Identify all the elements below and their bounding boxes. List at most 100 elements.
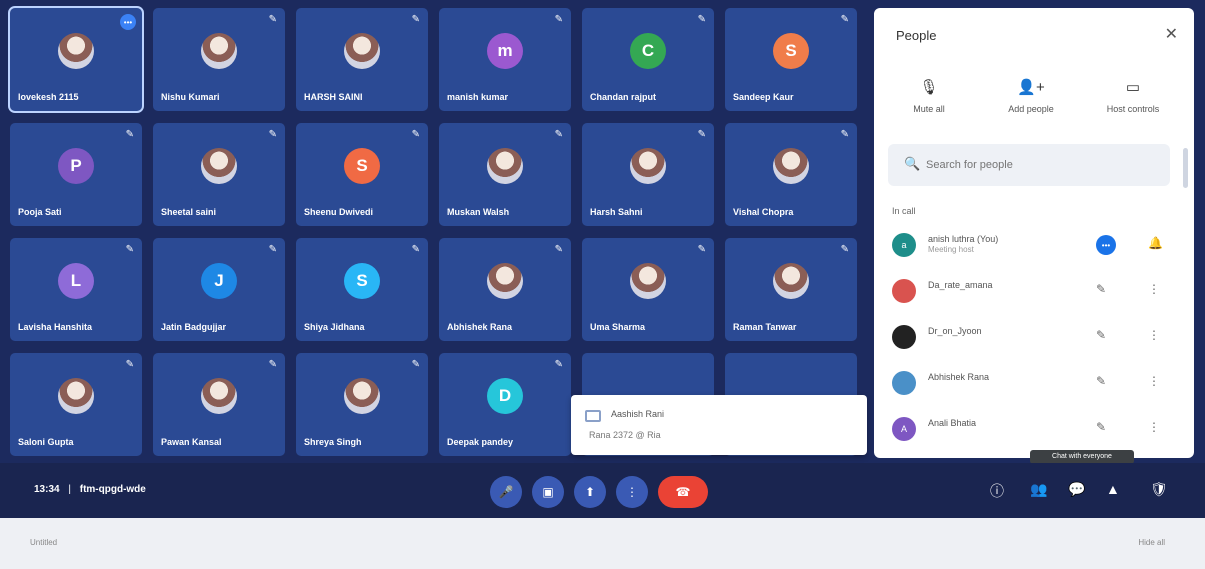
participant-avatar [58, 33, 94, 70]
participant-name: Deepak pandey [447, 437, 514, 447]
chat-icon[interactable]: 💬 [1068, 481, 1085, 498]
mic-off-icon[interactable]: ✎ [1096, 282, 1106, 296]
close-icon[interactable]: ✕ [1165, 24, 1178, 44]
avatar [892, 371, 916, 395]
strip-right-text[interactable]: Hide all [1138, 538, 1165, 547]
mic-off-icon: ✎ [411, 359, 420, 370]
info-icon[interactable]: ⓘ [990, 481, 1004, 501]
participant-tile[interactable]: HARSH SAINI ✎ [296, 8, 428, 111]
leave-call-button[interactable]: ☎ [658, 476, 708, 508]
camera-button[interactable]: ▣ [532, 476, 564, 508]
mic-icon: 🎤 [498, 485, 514, 499]
mic-off-icon: ✎ [268, 129, 277, 140]
participant-tile[interactable]: Harsh Sahni ✎ [582, 123, 714, 226]
more-vert-icon[interactable]: ⋮ [1148, 282, 1160, 296]
participant-tile[interactable]: Saloni Gupta ✎ [10, 353, 142, 456]
participant-avatar: P [58, 148, 94, 185]
participant-avatar [630, 148, 666, 185]
more-options-button[interactable]: ⋮ [616, 476, 648, 508]
person-row[interactable]: Dr_on_Jyoon ✎ ⋮ [888, 322, 1178, 352]
person-row[interactable]: a anish luthra (You) Meeting host ••• 🔔 [888, 230, 1178, 260]
browser-strip: Untitled Hide all [0, 518, 1205, 569]
person-name: Anali Bhatia [928, 418, 977, 428]
participant-avatar: m [487, 33, 523, 70]
mic-off-icon: ✎ [268, 244, 277, 255]
participant-avatar: C [630, 33, 666, 70]
participant-avatar [773, 263, 809, 300]
participant-name: Pawan Kansal [161, 437, 222, 447]
chat-notification[interactable]: Aashish Rani Rana 2372 @ Ria [571, 395, 867, 455]
host-shield-icon[interactable]: 🛡 [1150, 481, 1168, 498]
participant-tile[interactable]: Abhishek Rana ✎ [439, 238, 571, 341]
participant-name: Nishu Kumari [161, 92, 220, 102]
person-row[interactable]: Da_rate_amana ✎ ⋮ [888, 276, 1178, 306]
participant-tile[interactable]: Nishu Kumari ✎ [153, 8, 285, 111]
more-vert-icon[interactable]: ⋮ [1148, 328, 1160, 342]
participant-avatar [58, 378, 94, 415]
participant-tile[interactable]: m manish kumar ✎ [439, 8, 571, 111]
pin-icon[interactable]: 🔔 [1148, 236, 1163, 250]
mic-off-icon[interactable]: ✎ [1096, 328, 1106, 342]
mic-off-icon: ✎ [268, 359, 277, 370]
person-role: Meeting host [928, 245, 974, 254]
person-row[interactable]: A Anali Bhatia ✎ ⋮ [888, 414, 1178, 444]
participant-tile[interactable]: C Chandan rajput ✎ [582, 8, 714, 111]
person-name: Da_rate_amana [928, 280, 993, 290]
strip-left-text[interactable]: Untitled [30, 538, 57, 547]
participant-tile[interactable]: Vishal Chopra ✎ [725, 123, 857, 226]
participant-tile[interactable]: L Lavisha Hanshita ✎ [10, 238, 142, 341]
activities-icon[interactable]: ▲ [1106, 481, 1120, 497]
participant-name: HARSH SAINI [304, 92, 363, 102]
more-vert-icon[interactable]: ⋮ [1148, 374, 1160, 388]
mic-off-icon[interactable]: ✎ [1096, 420, 1106, 434]
participant-tile[interactable]: J Jatin Badgujjar ✎ [153, 238, 285, 341]
panel-scrollbar[interactable] [1183, 148, 1188, 188]
more-vert-icon: ⋮ [626, 485, 638, 499]
mute-all-button[interactable]: 🎙 Mute all [884, 78, 974, 114]
participant-avatar [487, 263, 523, 300]
participant-tile[interactable]: Muskan Walsh ✎ [439, 123, 571, 226]
meeting-time: 13:34 [34, 484, 60, 495]
participant-tile[interactable]: lovekesh 2115 ••• [8, 6, 144, 113]
search-box[interactable]: 🔍 [888, 144, 1170, 186]
participant-avatar [201, 378, 237, 415]
participant-avatar: S [344, 263, 380, 300]
panel-title: People [896, 28, 937, 43]
host-controls-button[interactable]: ▭ Host controls [1088, 78, 1178, 114]
mic-off-icon: ✎ [840, 129, 849, 140]
participant-tile[interactable]: Pawan Kansal ✎ [153, 353, 285, 456]
participant-avatar [344, 33, 380, 70]
participant-avatar: D [487, 378, 523, 415]
notification-message: Rana 2372 @ Ria [589, 430, 661, 440]
mic-off-icon: ✎ [411, 244, 420, 255]
people-icon[interactable]: 👥 [1030, 481, 1047, 498]
avatar [892, 279, 916, 303]
add-people-button[interactable]: 👤+ Add people [986, 78, 1076, 114]
search-input[interactable] [926, 154, 1156, 176]
participant-tile[interactable]: P Pooja Sati ✎ [10, 123, 142, 226]
participant-tile[interactable]: S Sheenu Dwivedi ✎ [296, 123, 428, 226]
participant-tile[interactable]: S Sandeep Kaur ✎ [725, 8, 857, 111]
more-vert-icon[interactable]: ⋮ [1148, 420, 1160, 434]
person-row[interactable]: Abhishek Rana ✎ ⋮ [888, 368, 1178, 398]
participant-tile[interactable]: Uma Sharma ✎ [582, 238, 714, 341]
mic-off-icon: ✎ [411, 129, 420, 140]
participant-tile[interactable]: Sheetal saini ✎ [153, 123, 285, 226]
mic-button[interactable]: 🎤 [490, 476, 522, 508]
participant-tile[interactable]: Shreya Singh ✎ [296, 353, 428, 456]
host-controls-icon: ▭ [1125, 79, 1141, 96]
participant-name: Sheetal saini [161, 207, 217, 217]
mic-off-icon[interactable]: ✎ [1096, 374, 1106, 388]
meeting-info: 13:34 | ftm-qpgd-wde [34, 484, 146, 495]
participant-tile[interactable]: Raman Tanwar ✎ [725, 238, 857, 341]
speaking-indicator-icon[interactable]: ••• [1096, 235, 1116, 255]
participant-name: Lavisha Hanshita [18, 322, 93, 332]
mic-off-icon: ✎ [697, 244, 706, 255]
participant-tile[interactable]: D Deepak pandey ✎ [439, 353, 571, 456]
present-button[interactable]: ⬆ [574, 476, 606, 508]
participant-tile[interactable]: S Shiya Jidhana ✎ [296, 238, 428, 341]
add-person-icon: 👤+ [1017, 79, 1045, 96]
mic-off-icon: 🎙 [919, 79, 939, 96]
mute-all-label: Mute all [913, 104, 945, 114]
add-people-label: Add people [1008, 104, 1054, 114]
